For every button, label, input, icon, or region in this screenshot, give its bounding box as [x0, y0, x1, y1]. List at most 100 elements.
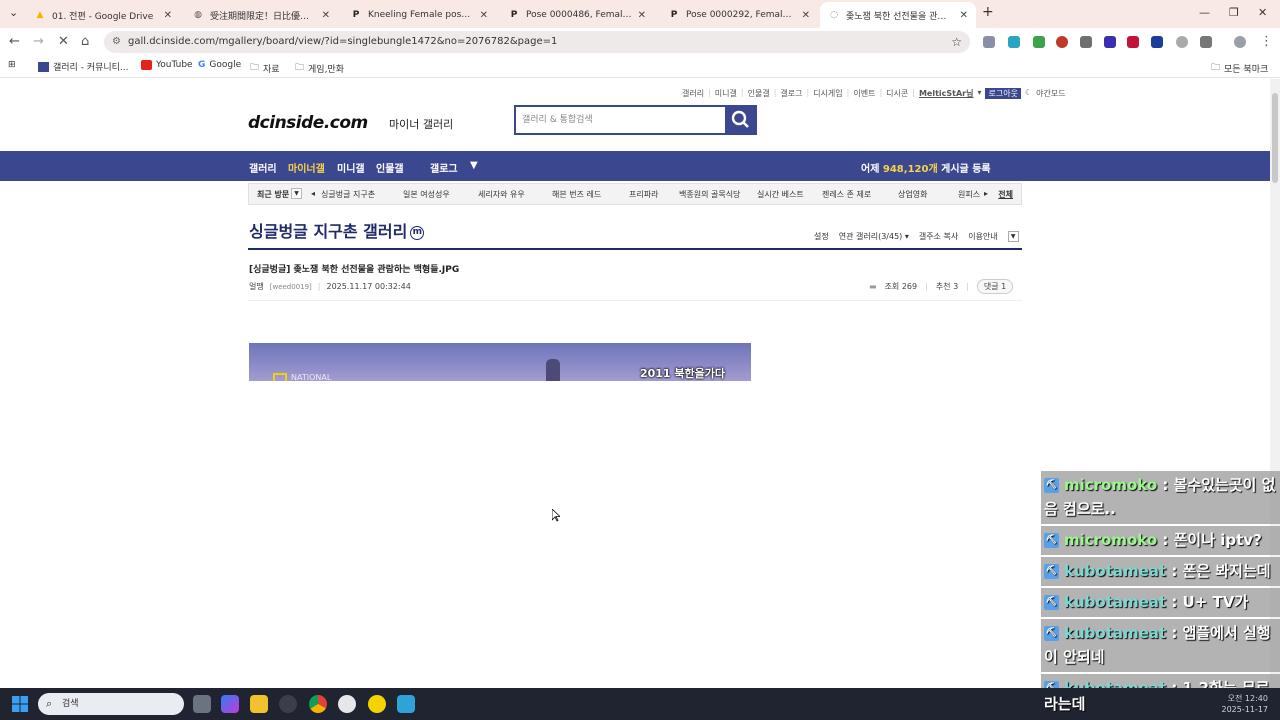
- extensions-puzzle-icon[interactable]: [1200, 36, 1212, 48]
- recent-item[interactable]: 해븐 번즈 레드: [552, 189, 601, 200]
- obs-icon[interactable]: [279, 695, 297, 713]
- extension-icon[interactable]: [1033, 36, 1045, 48]
- gallery-title[interactable]: 싱글벙글 지구촌 갤러리 m: [249, 218, 425, 242]
- new-tab-icon[interactable]: +: [982, 4, 994, 20]
- back-icon[interactable]: ←: [9, 34, 20, 49]
- copy-address-link[interactable]: 갤주소 복사: [919, 231, 958, 242]
- chat-app-icon[interactable]: [338, 695, 356, 713]
- extension-icon[interactable]: [1104, 36, 1116, 48]
- apps-grid-icon[interactable]: ⊞: [8, 60, 16, 70]
- app-icon[interactable]: [397, 695, 415, 713]
- moon-icon[interactable]: ☾: [1025, 88, 1032, 99]
- close-tab-icon[interactable]: ✕: [960, 10, 968, 21]
- site-logo[interactable]: dcinside.com: [248, 113, 368, 133]
- close-tab-icon[interactable]: ✕: [164, 10, 172, 21]
- toplink-gallery[interactable]: 갤러리: [682, 88, 704, 99]
- recent-item[interactable]: 실시간 베스트: [757, 189, 804, 200]
- toplink-event[interactable]: 이벤트: [853, 88, 875, 99]
- recent-item[interactable]: 싱글벙글 지구촌: [321, 189, 375, 200]
- nav-gallog[interactable]: 갤로그: [430, 160, 458, 175]
- toplink-game[interactable]: 디시게임: [813, 88, 842, 99]
- copilot-icon[interactable]: [221, 695, 239, 713]
- related-gallery-link[interactable]: 연관 갤러리(3/45) ▾: [839, 231, 909, 242]
- url-bar[interactable]: ⚙ gall.dcinside.com/mgallery/board/view/…: [104, 31, 970, 53]
- home-icon[interactable]: ⌂: [81, 34, 89, 49]
- more-options-icon[interactable]: ▼: [1007, 231, 1019, 242]
- tab-pose-486[interactable]: P Pose 0000486, Female, Sexy, K ✕: [500, 4, 654, 26]
- bookmark-folder-games[interactable]: 🗀 게임,만화: [295, 60, 344, 76]
- folder-icon[interactable]: ▬: [869, 282, 877, 291]
- comment-count-button[interactable]: 댓글 1: [976, 279, 1014, 294]
- extension-icon[interactable]: [983, 36, 995, 48]
- recent-item[interactable]: 원피스: [958, 189, 980, 200]
- search-button[interactable]: [725, 107, 755, 133]
- nav-person-gallery[interactable]: 인물갤: [376, 160, 404, 175]
- nav-gallery[interactable]: 갤러리: [249, 160, 277, 175]
- nav-minor-gallery[interactable]: 마이너갤: [288, 160, 325, 175]
- recent-item[interactable]: 상업영화: [898, 189, 927, 200]
- logout-button[interactable]: 로그아웃: [985, 88, 1021, 99]
- close-tab-icon[interactable]: ✕: [322, 10, 330, 21]
- night-mode-toggle[interactable]: 야간모드: [1036, 88, 1065, 99]
- extension-icon[interactable]: [1080, 36, 1092, 48]
- tab-dcinside-post[interactable]: ◌ 좆노잼 북한 선전물을 관람하는 ✕: [820, 2, 976, 28]
- recent-item[interactable]: 젠레스 존 제로: [822, 189, 871, 200]
- search-input[interactable]: [516, 107, 726, 133]
- recent-all-link[interactable]: 전체: [998, 189, 1013, 200]
- user-menu[interactable]: MelticStAr님: [919, 88, 974, 99]
- windows-start-icon[interactable]: [12, 696, 28, 712]
- toplink-person[interactable]: 인물갤: [748, 88, 770, 99]
- tab-search-icon[interactable]: ⌄: [9, 6, 18, 19]
- user-dropdown-icon[interactable]: ▾: [977, 88, 981, 99]
- site-info-icon[interactable]: ⚙: [112, 31, 121, 53]
- post-author[interactable]: 얼땡: [249, 281, 264, 292]
- bookmark-gallery[interactable]: 갤러리 - 커뮤니티...: [38, 60, 129, 73]
- recent-item[interactable]: 백종원의 골목식당: [679, 189, 740, 200]
- forward-icon[interactable]: →: [33, 34, 44, 49]
- post-image[interactable]: NATIONAL 2011 북한을가다: [249, 343, 751, 381]
- close-window-icon[interactable]: ✕: [1258, 6, 1267, 19]
- bookmark-google[interactable]: G Google: [198, 60, 241, 70]
- recent-item[interactable]: 프리파라: [629, 189, 658, 200]
- extension-icon[interactable]: [1056, 36, 1068, 48]
- usage-guide-link[interactable]: 이용안내: [968, 231, 997, 242]
- menu-dots-icon[interactable]: ⋮: [1260, 34, 1273, 49]
- restore-icon[interactable]: ❐: [1229, 6, 1239, 19]
- bookmark-star-icon[interactable]: ☆: [951, 31, 962, 53]
- recent-prev-icon[interactable]: ◂: [311, 189, 315, 198]
- close-tab-icon[interactable]: ✕: [480, 10, 488, 21]
- nav-more-dropdown-icon[interactable]: ▼: [470, 160, 478, 171]
- extension-icon[interactable]: [1176, 36, 1188, 48]
- minimize-icon[interactable]: —: [1199, 6, 1210, 19]
- close-tab-icon[interactable]: ✕: [638, 10, 646, 21]
- chrome-icon[interactable]: [309, 695, 327, 713]
- profile-avatar-icon[interactable]: [1234, 36, 1246, 48]
- toplink-dccon[interactable]: 디시콘: [886, 88, 908, 99]
- system-clock[interactable]: 오전 12:40 2025-11-17: [1222, 693, 1269, 715]
- recent-item[interactable]: 일본 여성성우: [403, 189, 450, 200]
- recent-dropdown-icon[interactable]: ▼: [291, 188, 302, 199]
- bookmark-folder-data[interactable]: 🗀 자료: [250, 60, 280, 76]
- kakaotalk-icon[interactable]: [368, 695, 386, 713]
- minor-gallery-label[interactable]: 마이너 갤러리: [389, 116, 453, 132]
- scrollbar-thumb[interactable]: [1272, 93, 1278, 183]
- recent-next-icon[interactable]: ▸: [984, 189, 988, 198]
- extension-icon[interactable]: [1127, 36, 1139, 48]
- gallery-settings-link[interactable]: 설정: [814, 231, 829, 242]
- tab-product[interactable]: ◍ 受注期間限定！日比優理香コラ ✕: [184, 4, 338, 26]
- extension-icon[interactable]: [1151, 36, 1163, 48]
- all-bookmarks[interactable]: 🗀 모든 북마크: [1211, 60, 1268, 76]
- stop-loading-icon[interactable]: ✕: [58, 34, 69, 49]
- file-explorer-icon[interactable]: [250, 695, 268, 713]
- tab-kneeling-poses[interactable]: P Kneeling Female poses | POSE ✕: [342, 4, 496, 26]
- task-view-icon[interactable]: [193, 695, 211, 713]
- extension-icon[interactable]: [1008, 36, 1020, 48]
- close-tab-icon[interactable]: ✕: [802, 10, 810, 21]
- recent-item[interactable]: 세리자와 유우: [478, 189, 525, 200]
- nav-mini-gallery[interactable]: 미니갤: [337, 160, 365, 175]
- toplink-minigall[interactable]: 미니갤: [715, 88, 737, 99]
- taskbar-search[interactable]: ⌕ 검색: [38, 693, 184, 715]
- tab-google-drive[interactable]: ▲ 01. 전편 - Google Drive ✕: [26, 4, 180, 26]
- bookmark-youtube[interactable]: YouTube: [141, 60, 193, 70]
- toplink-gallog[interactable]: 갤로그: [780, 88, 802, 99]
